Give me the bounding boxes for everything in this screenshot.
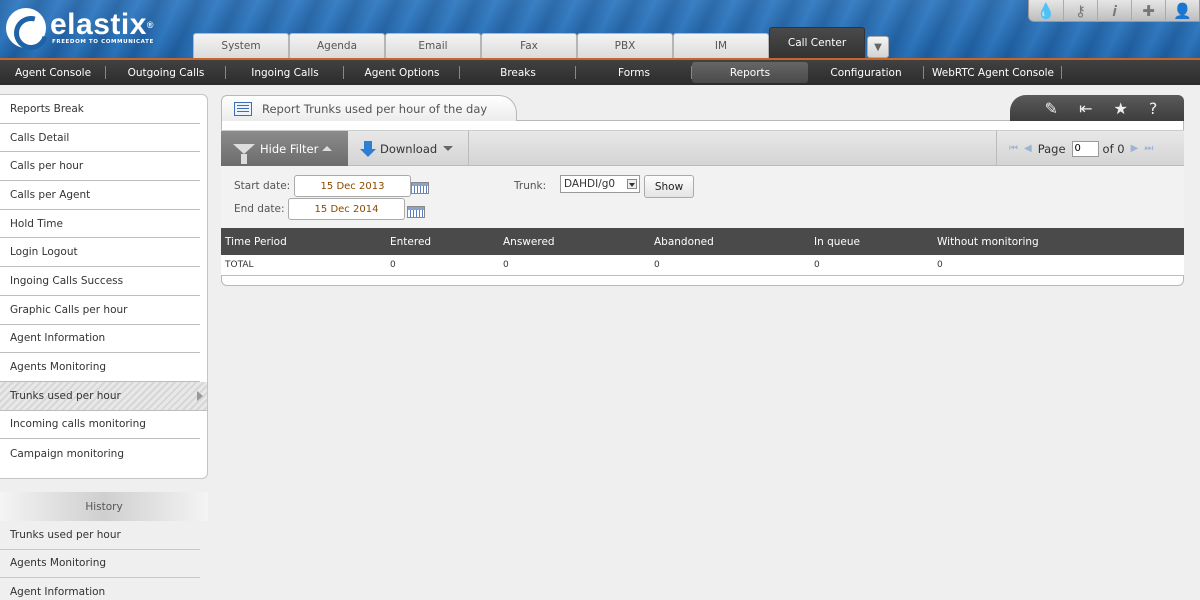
funnel-icon: [233, 143, 255, 164]
history-heading: History: [0, 492, 208, 521]
module-subnav: Agent Console Outgoing Calls Ingoing Cal…: [0, 58, 1200, 85]
start-date-input[interactable]: 15 Dec 2013: [294, 175, 411, 197]
history-item-agent-information[interactable]: Agent Information: [0, 578, 200, 600]
reports-sidebar: Reports Break Calls Detail Calls per hou…: [0, 94, 208, 479]
active-arrow-icon: [197, 390, 203, 401]
caret-up-icon: [322, 146, 333, 151]
trunk-select[interactable]: DAHDI/g0: [560, 175, 640, 193]
download-button[interactable]: Download: [348, 131, 469, 166]
hide-filter-button[interactable]: Hide Filter: [221, 131, 348, 166]
report-table: Time Period Entered Answered Abandoned I…: [221, 228, 1184, 276]
cell-time-period: TOTAL: [225, 260, 254, 270]
report-toolbar: Hide Filter Download ⏮ ◀ Page of 0 ▶ ⏭: [221, 130, 1184, 166]
chevron-down-icon: [443, 146, 454, 151]
prev-page-icon[interactable]: ◀: [1024, 143, 1032, 154]
tab-pbx[interactable]: PBX: [577, 33, 673, 58]
collapse-left-icon[interactable]: ⇤: [1079, 99, 1092, 118]
select-chevron-down-icon: [627, 179, 637, 189]
table-row: TOTAL 0 0 0 0 0: [221, 255, 1184, 276]
info-icon[interactable]: 𝒊: [1097, 0, 1131, 22]
drop-icon[interactable]: 💧: [1029, 0, 1063, 22]
brand-name: elastix: [50, 8, 147, 41]
subnav-breaks[interactable]: Breaks: [460, 60, 576, 85]
subnav-configuration[interactable]: Configuration: [808, 60, 924, 85]
sidebar-item-graphic-calls-per-hour[interactable]: Graphic Calls per hour: [0, 296, 200, 325]
subnav-reports[interactable]: Reports: [692, 62, 808, 83]
user-icon[interactable]: 👤: [1165, 0, 1199, 22]
brand-tagline: FREEDOM TO COMMUNICATE: [52, 39, 154, 45]
history-list: Trunks used per hour Agents Monitoring A…: [0, 521, 200, 600]
page-count: of 0: [1102, 141, 1125, 156]
top-icon-bar: 💧 ⚷ 𝒊 ✚ 👤: [1028, 0, 1200, 22]
subnav-agent-options[interactable]: Agent Options: [344, 60, 460, 85]
download-arrow-icon: [360, 140, 376, 157]
tab-system[interactable]: System: [193, 33, 289, 58]
panel-title-tab: Report Trunks used per hour of the day: [221, 95, 517, 121]
subnav-forms[interactable]: Forms: [576, 60, 692, 85]
start-date-label: Start date:: [234, 180, 291, 192]
report-list-icon: [234, 101, 252, 116]
help-icon[interactable]: ?: [1149, 99, 1158, 118]
next-page-icon[interactable]: ▶: [1131, 143, 1139, 154]
sidebar-item-campaign-monitoring[interactable]: Campaign monitoring: [0, 439, 200, 468]
panel-tools: ✎ ⇤ ★ ?: [1010, 95, 1184, 121]
col-without-monitoring: Without monitoring: [937, 235, 1039, 248]
cell-without-monitoring: 0: [937, 260, 943, 270]
col-abandoned: Abandoned: [654, 235, 714, 248]
col-time-period: Time Period: [225, 235, 287, 248]
more-tabs-chevron-down-icon[interactable]: ▼: [867, 36, 889, 58]
pager: ⏮ ◀ Page of 0 ▶ ⏭: [996, 131, 1184, 166]
key-icon[interactable]: ⚷: [1063, 0, 1097, 22]
first-page-icon[interactable]: ⏮: [1009, 143, 1018, 154]
sidebar-item-agents-monitoring[interactable]: Agents Monitoring: [0, 353, 200, 382]
sidebar-item-calls-detail[interactable]: Calls Detail: [0, 124, 200, 153]
page-title: Report Trunks used per hour of the day: [262, 101, 488, 116]
history-item-trunks-used-per-hour[interactable]: Trunks used per hour: [0, 521, 200, 550]
cell-abandoned: 0: [654, 260, 660, 270]
tab-agenda[interactable]: Agenda: [289, 33, 385, 58]
last-page-icon[interactable]: ⏭: [1144, 143, 1153, 154]
cell-in-queue: 0: [814, 260, 820, 270]
history-item-agents-monitoring[interactable]: Agents Monitoring: [0, 550, 200, 578]
sidebar-item-incoming-calls-monitoring[interactable]: Incoming calls monitoring: [0, 411, 200, 440]
cell-entered: 0: [390, 260, 396, 270]
trunk-label: Trunk:: [514, 180, 547, 192]
end-date-label: End date:: [234, 203, 285, 215]
sidebar-item-ingoing-calls-success[interactable]: Ingoing Calls Success: [0, 267, 200, 296]
filter-area: Start date: 15 Dec 2013 End date: 15 Dec…: [221, 166, 1184, 228]
puzzle-icon[interactable]: ✚: [1131, 0, 1165, 22]
page-number-input[interactable]: [1071, 140, 1099, 157]
sidebar-item-calls-per-agent[interactable]: Calls per Agent: [0, 181, 200, 210]
page-label: Page: [1037, 141, 1066, 156]
main-tabs: System Agenda Email Fax PBX IM Call Cent…: [193, 27, 889, 58]
tab-email[interactable]: Email: [385, 33, 481, 58]
tab-fax[interactable]: Fax: [481, 33, 577, 58]
star-icon[interactable]: ★: [1114, 99, 1128, 118]
sidebar-item-agent-information[interactable]: Agent Information: [0, 325, 200, 354]
cell-answered: 0: [503, 260, 509, 270]
end-date-calendar-icon[interactable]: [407, 206, 425, 218]
subnav-outgoing-calls[interactable]: Outgoing Calls: [106, 60, 226, 85]
show-button[interactable]: Show: [644, 175, 694, 198]
edit-icon[interactable]: ✎: [1045, 99, 1058, 118]
subnav-webrtc-agent-console[interactable]: WebRTC Agent Console: [924, 60, 1062, 85]
table-header: Time Period Entered Answered Abandoned I…: [221, 228, 1184, 255]
subnav-ingoing-calls[interactable]: Ingoing Calls: [226, 60, 344, 85]
sidebar-item-calls-per-hour[interactable]: Calls per hour: [0, 152, 200, 182]
start-date-calendar-icon[interactable]: [411, 182, 429, 194]
sidebar-item-trunks-used-per-hour[interactable]: Trunks used per hour: [0, 381, 207, 411]
sidebar-item-hold-time[interactable]: Hold Time: [0, 210, 200, 239]
sidebar-item-login-logout[interactable]: Login Logout: [0, 238, 200, 268]
sidebar-item-reports-break[interactable]: Reports Break: [0, 95, 200, 124]
tab-call-center[interactable]: Call Center: [769, 27, 865, 58]
subnav-agent-console[interactable]: Agent Console: [0, 60, 106, 85]
elastix-logo[interactable]: elastix® FREEDOM TO COMMUNICATE: [6, 6, 154, 50]
col-answered: Answered: [503, 235, 555, 248]
end-date-input[interactable]: 15 Dec 2014: [288, 198, 405, 220]
tab-im[interactable]: IM: [673, 33, 769, 58]
col-entered: Entered: [390, 235, 432, 248]
col-in-queue: In queue: [814, 235, 860, 248]
elastix-logo-icon: [6, 8, 46, 48]
